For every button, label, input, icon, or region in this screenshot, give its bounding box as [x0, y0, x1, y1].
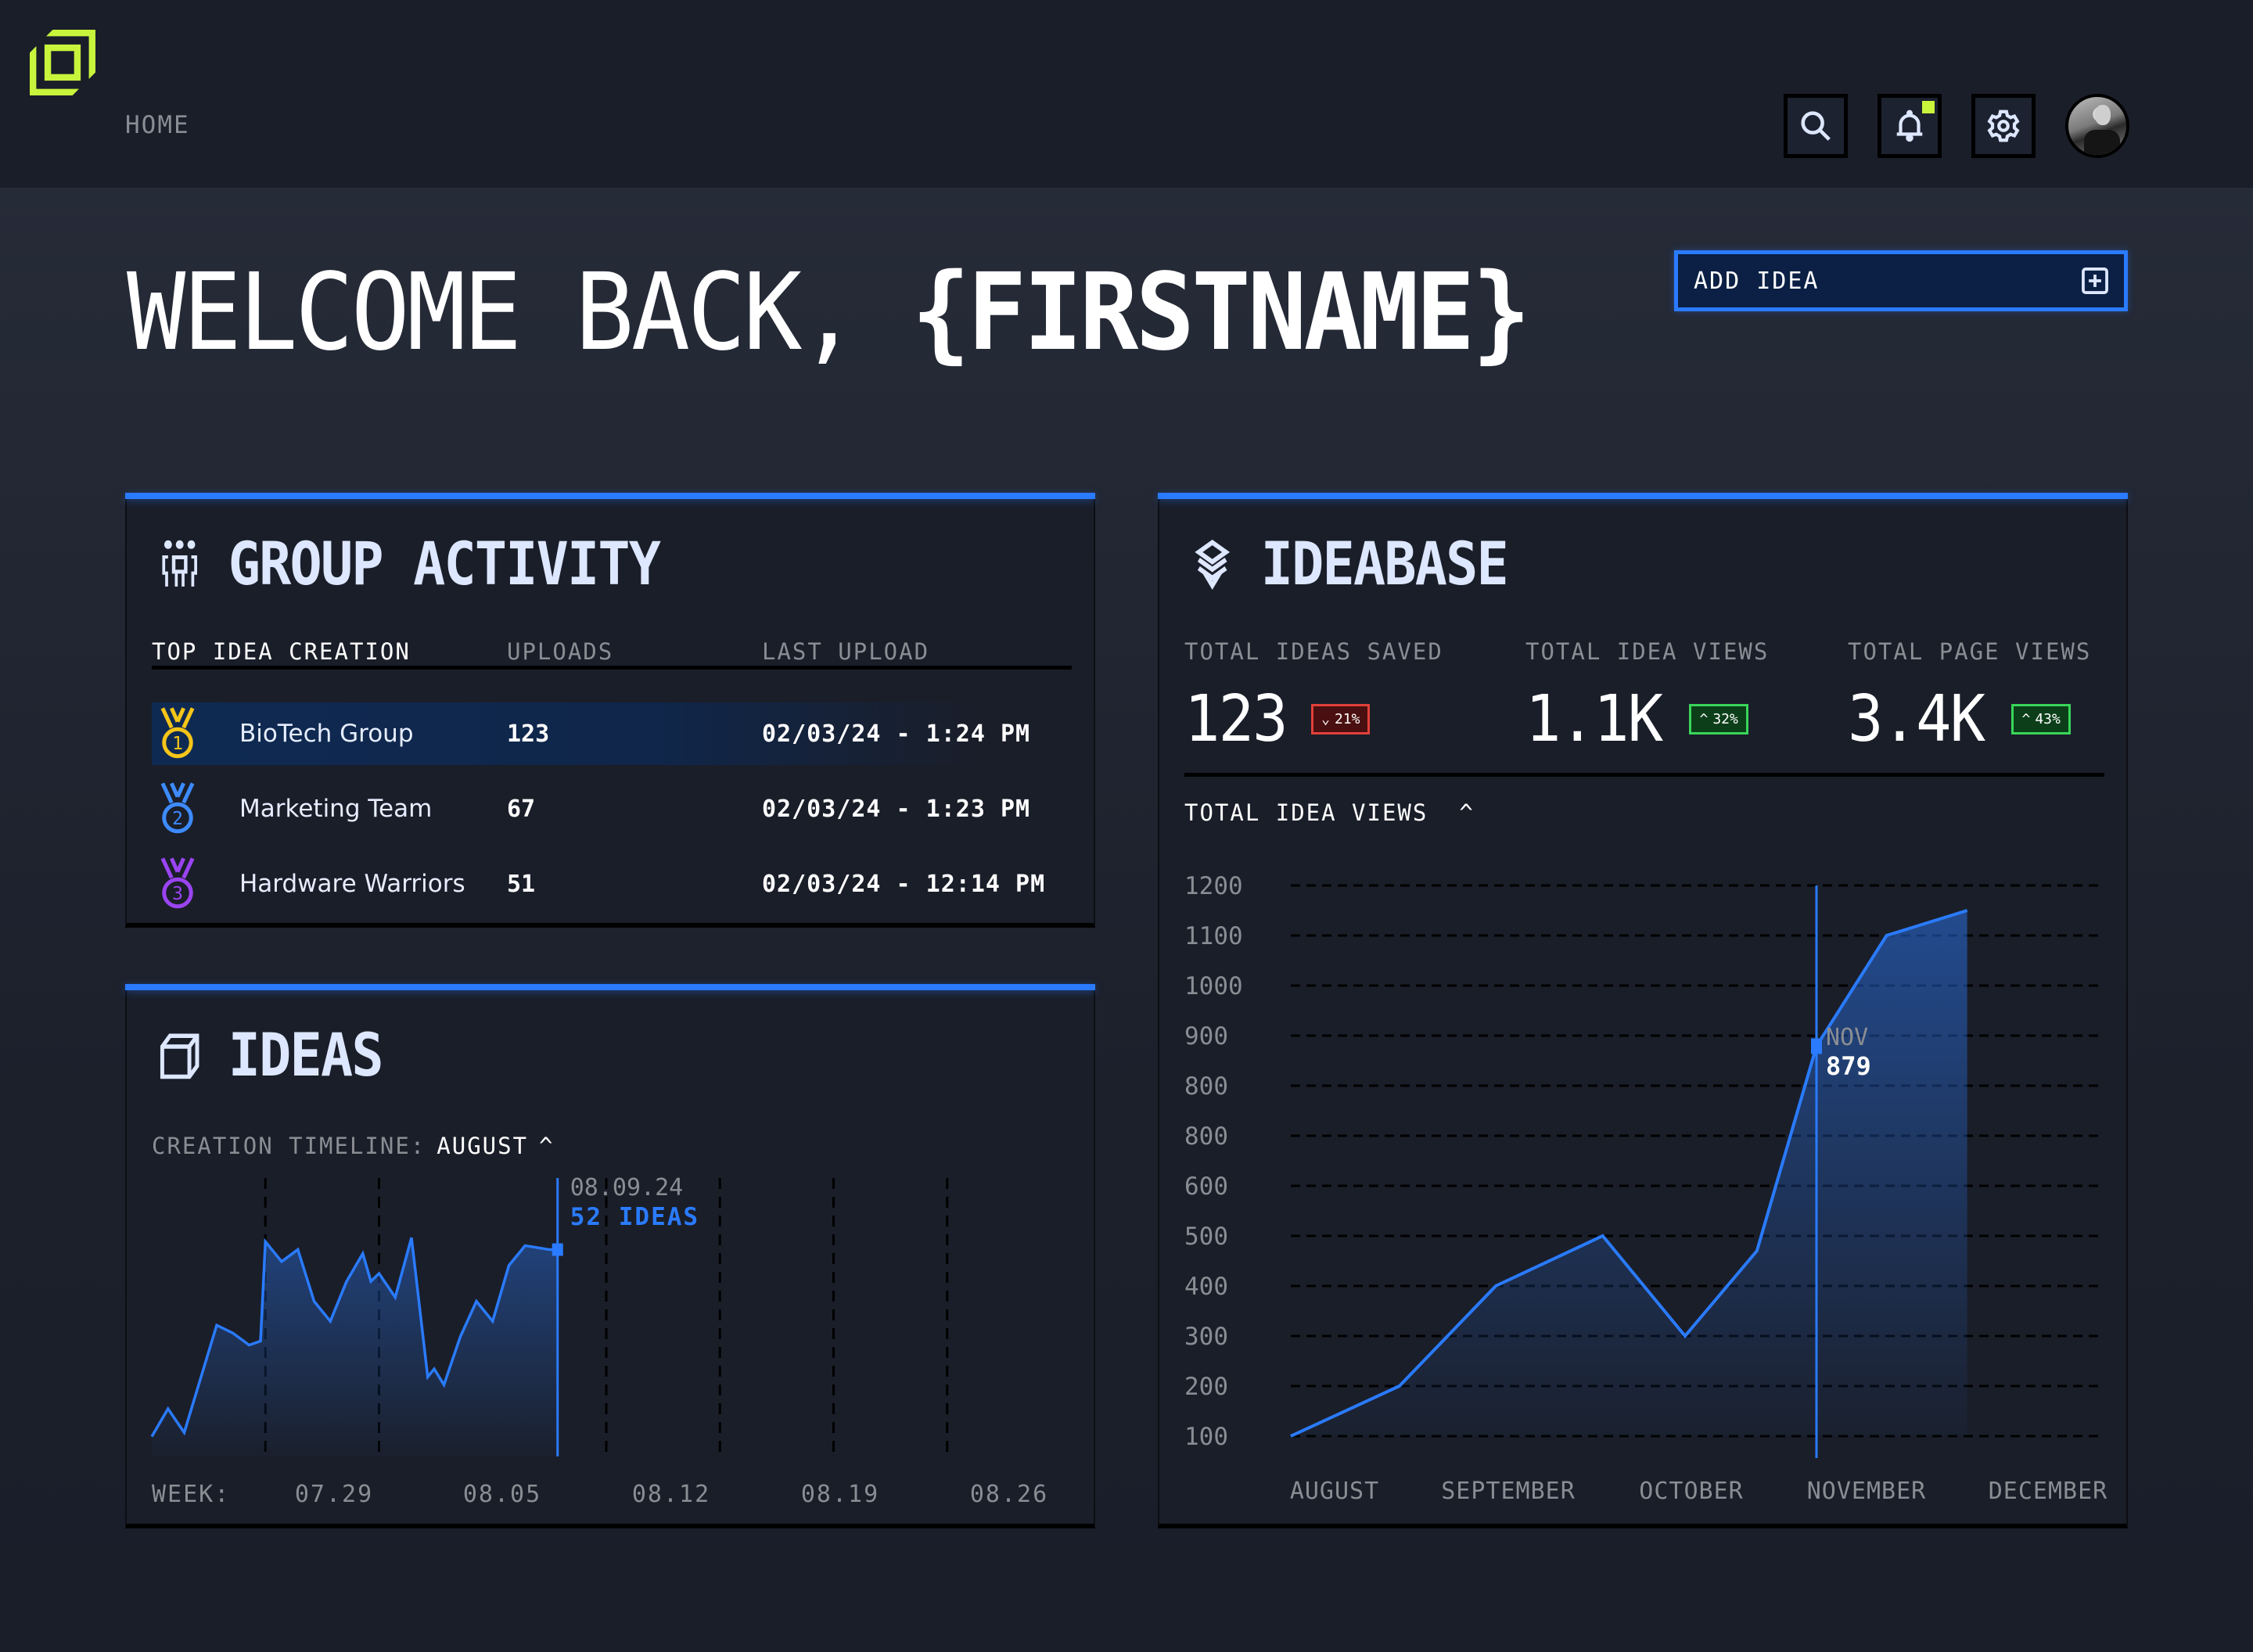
views-area-fill — [1291, 910, 1967, 1436]
ideas-area-fill — [152, 1237, 558, 1456]
top-header: HOME — [0, 0, 2253, 188]
y-tick-label: 200 — [1184, 1373, 1228, 1401]
ideas-panel: IDEAS CREATION TIMELINE: AUGUST ^ 08.09.… — [125, 984, 1097, 1530]
svg-text:3: 3 — [172, 884, 183, 904]
group-name[interactable]: Hardware Warriors — [239, 870, 465, 898]
gear-icon — [1987, 110, 2020, 142]
user-avatar[interactable] — [2065, 94, 2129, 158]
group-name[interactable]: BioTech Group — [239, 720, 414, 748]
tooltip-date: 08.09.24 — [570, 1174, 684, 1201]
y-tick-label: 800 — [1184, 1122, 1228, 1151]
group-activity-heading: GROUP ACTIVITY — [228, 529, 661, 598]
y-tick-label: 1200 — [1184, 872, 1243, 900]
y-tick-label: 800 — [1184, 1072, 1228, 1101]
avatar-head — [2095, 105, 2111, 125]
welcome-firstname: {FIRSTNAME} — [911, 251, 1531, 375]
tooltip-value: 879 — [1826, 1051, 1871, 1081]
col-last-upload[interactable]: LAST UPLOAD — [762, 638, 929, 665]
x-tick-label: 08.12 — [632, 1481, 710, 1508]
group-last-upload: 02/03/24 - 1:23 PM — [762, 795, 1031, 823]
x-tick-label: 08.26 — [970, 1481, 1048, 1508]
settings-button[interactable] — [1971, 94, 2036, 158]
group-uploads: 123 — [507, 720, 550, 748]
group-activity-panel: GROUP ACTIVITY TOP IDEA CREATION UPLOADS… — [125, 493, 1095, 928]
x-tick-label: 08.05 — [463, 1481, 541, 1508]
group-name[interactable]: Marketing Team — [239, 795, 432, 823]
group-activity-table-header: TOP IDEA CREATION UPLOADS LAST UPLOAD — [152, 638, 1072, 670]
search-button[interactable] — [1784, 94, 1848, 158]
y-tick-label: 900 — [1184, 1022, 1228, 1050]
y-tick-label: 1100 — [1184, 922, 1243, 950]
avatar-body — [2084, 130, 2120, 155]
table-row[interactable]: 3 Hardware Warriors 51 02/03/24 - 12:14 … — [152, 853, 1072, 915]
ideas-area-chart[interactable]: 08.09.2452 IDEAS WEEK: 07.29 08.05 08.12 08.1… — [127, 990, 1097, 1530]
x-tick-label: 07.29 — [295, 1481, 373, 1508]
idea-views-area-chart[interactable]: 1200 1100 1000 900 800 800 600 500 400 300 200 100 N… — [1159, 499, 2129, 1530]
notification-badge — [1922, 101, 1935, 113]
group-uploads: 51 — [507, 870, 536, 898]
svg-text:1: 1 — [172, 734, 183, 754]
x-tick-label: DECEMBER — [1989, 1478, 2108, 1505]
y-tick-label: 500 — [1184, 1223, 1228, 1251]
y-tick-label: 400 — [1184, 1273, 1228, 1301]
tooltip-marker — [1811, 1038, 1822, 1054]
tooltip-label: NOV — [1826, 1024, 1868, 1051]
group-last-upload: 02/03/24 - 12:14 PM — [762, 870, 1046, 898]
y-tick-label: 1000 — [1184, 972, 1243, 1000]
table-row[interactable]: 1 BioTech Group 123 02/03/24 - 1:24 PM — [152, 702, 1072, 765]
welcome-heading: WELCOME BACK, {FIRSTNAME} — [127, 258, 1531, 368]
app-logo-icon[interactable] — [30, 30, 95, 95]
tooltip-value: 52 IDEAS — [570, 1203, 699, 1231]
y-tick-label: 600 — [1184, 1173, 1228, 1201]
x-tick-label: AUGUST — [1290, 1478, 1379, 1505]
plus-square-icon — [2082, 268, 2108, 294]
col-uploads[interactable]: UPLOADS — [507, 638, 613, 665]
group-icon — [162, 540, 197, 587]
add-idea-label: ADD IDEA — [1694, 267, 1820, 295]
x-tick-label: OCTOBER — [1639, 1478, 1743, 1505]
nav-home-link[interactable]: HOME — [125, 111, 190, 139]
silver-medal-icon: 2 — [160, 782, 195, 834]
group-last-upload: 02/03/24 - 1:24 PM — [762, 720, 1031, 748]
ideabase-panel: IDEABASE TOTAL IDEAS SAVED 123 ⌄ 21% TOT… — [1158, 493, 2129, 1530]
group-activity-title: GROUP ACTIVITY — [156, 529, 661, 598]
search-icon — [1801, 111, 1831, 141]
add-idea-button[interactable]: ADD IDEA — [1674, 250, 2128, 311]
table-row[interactable]: 2 Marketing Team 67 02/03/24 - 1:23 PM — [152, 778, 1072, 840]
x-tick-label: SEPTEMBER — [1441, 1478, 1576, 1505]
notifications-button[interactable] — [1878, 94, 1942, 158]
bronze-medal-icon: 3 — [160, 857, 195, 909]
y-tick-label: 300 — [1184, 1323, 1228, 1351]
y-tick-label: 100 — [1184, 1423, 1228, 1451]
col-top-idea-creation[interactable]: TOP IDEA CREATION — [152, 638, 411, 665]
x-tick-label: NOVEMBER — [1807, 1478, 1927, 1505]
x-axis-label: WEEK: — [152, 1481, 230, 1508]
welcome-prefix: WELCOME BACK, — [127, 251, 912, 375]
x-tick-label: 08.19 — [801, 1481, 879, 1508]
svg-text:2: 2 — [172, 809, 183, 829]
group-uploads: 67 — [507, 795, 536, 823]
gold-medal-icon: 1 — [160, 707, 195, 759]
tooltip-marker — [552, 1243, 563, 1256]
